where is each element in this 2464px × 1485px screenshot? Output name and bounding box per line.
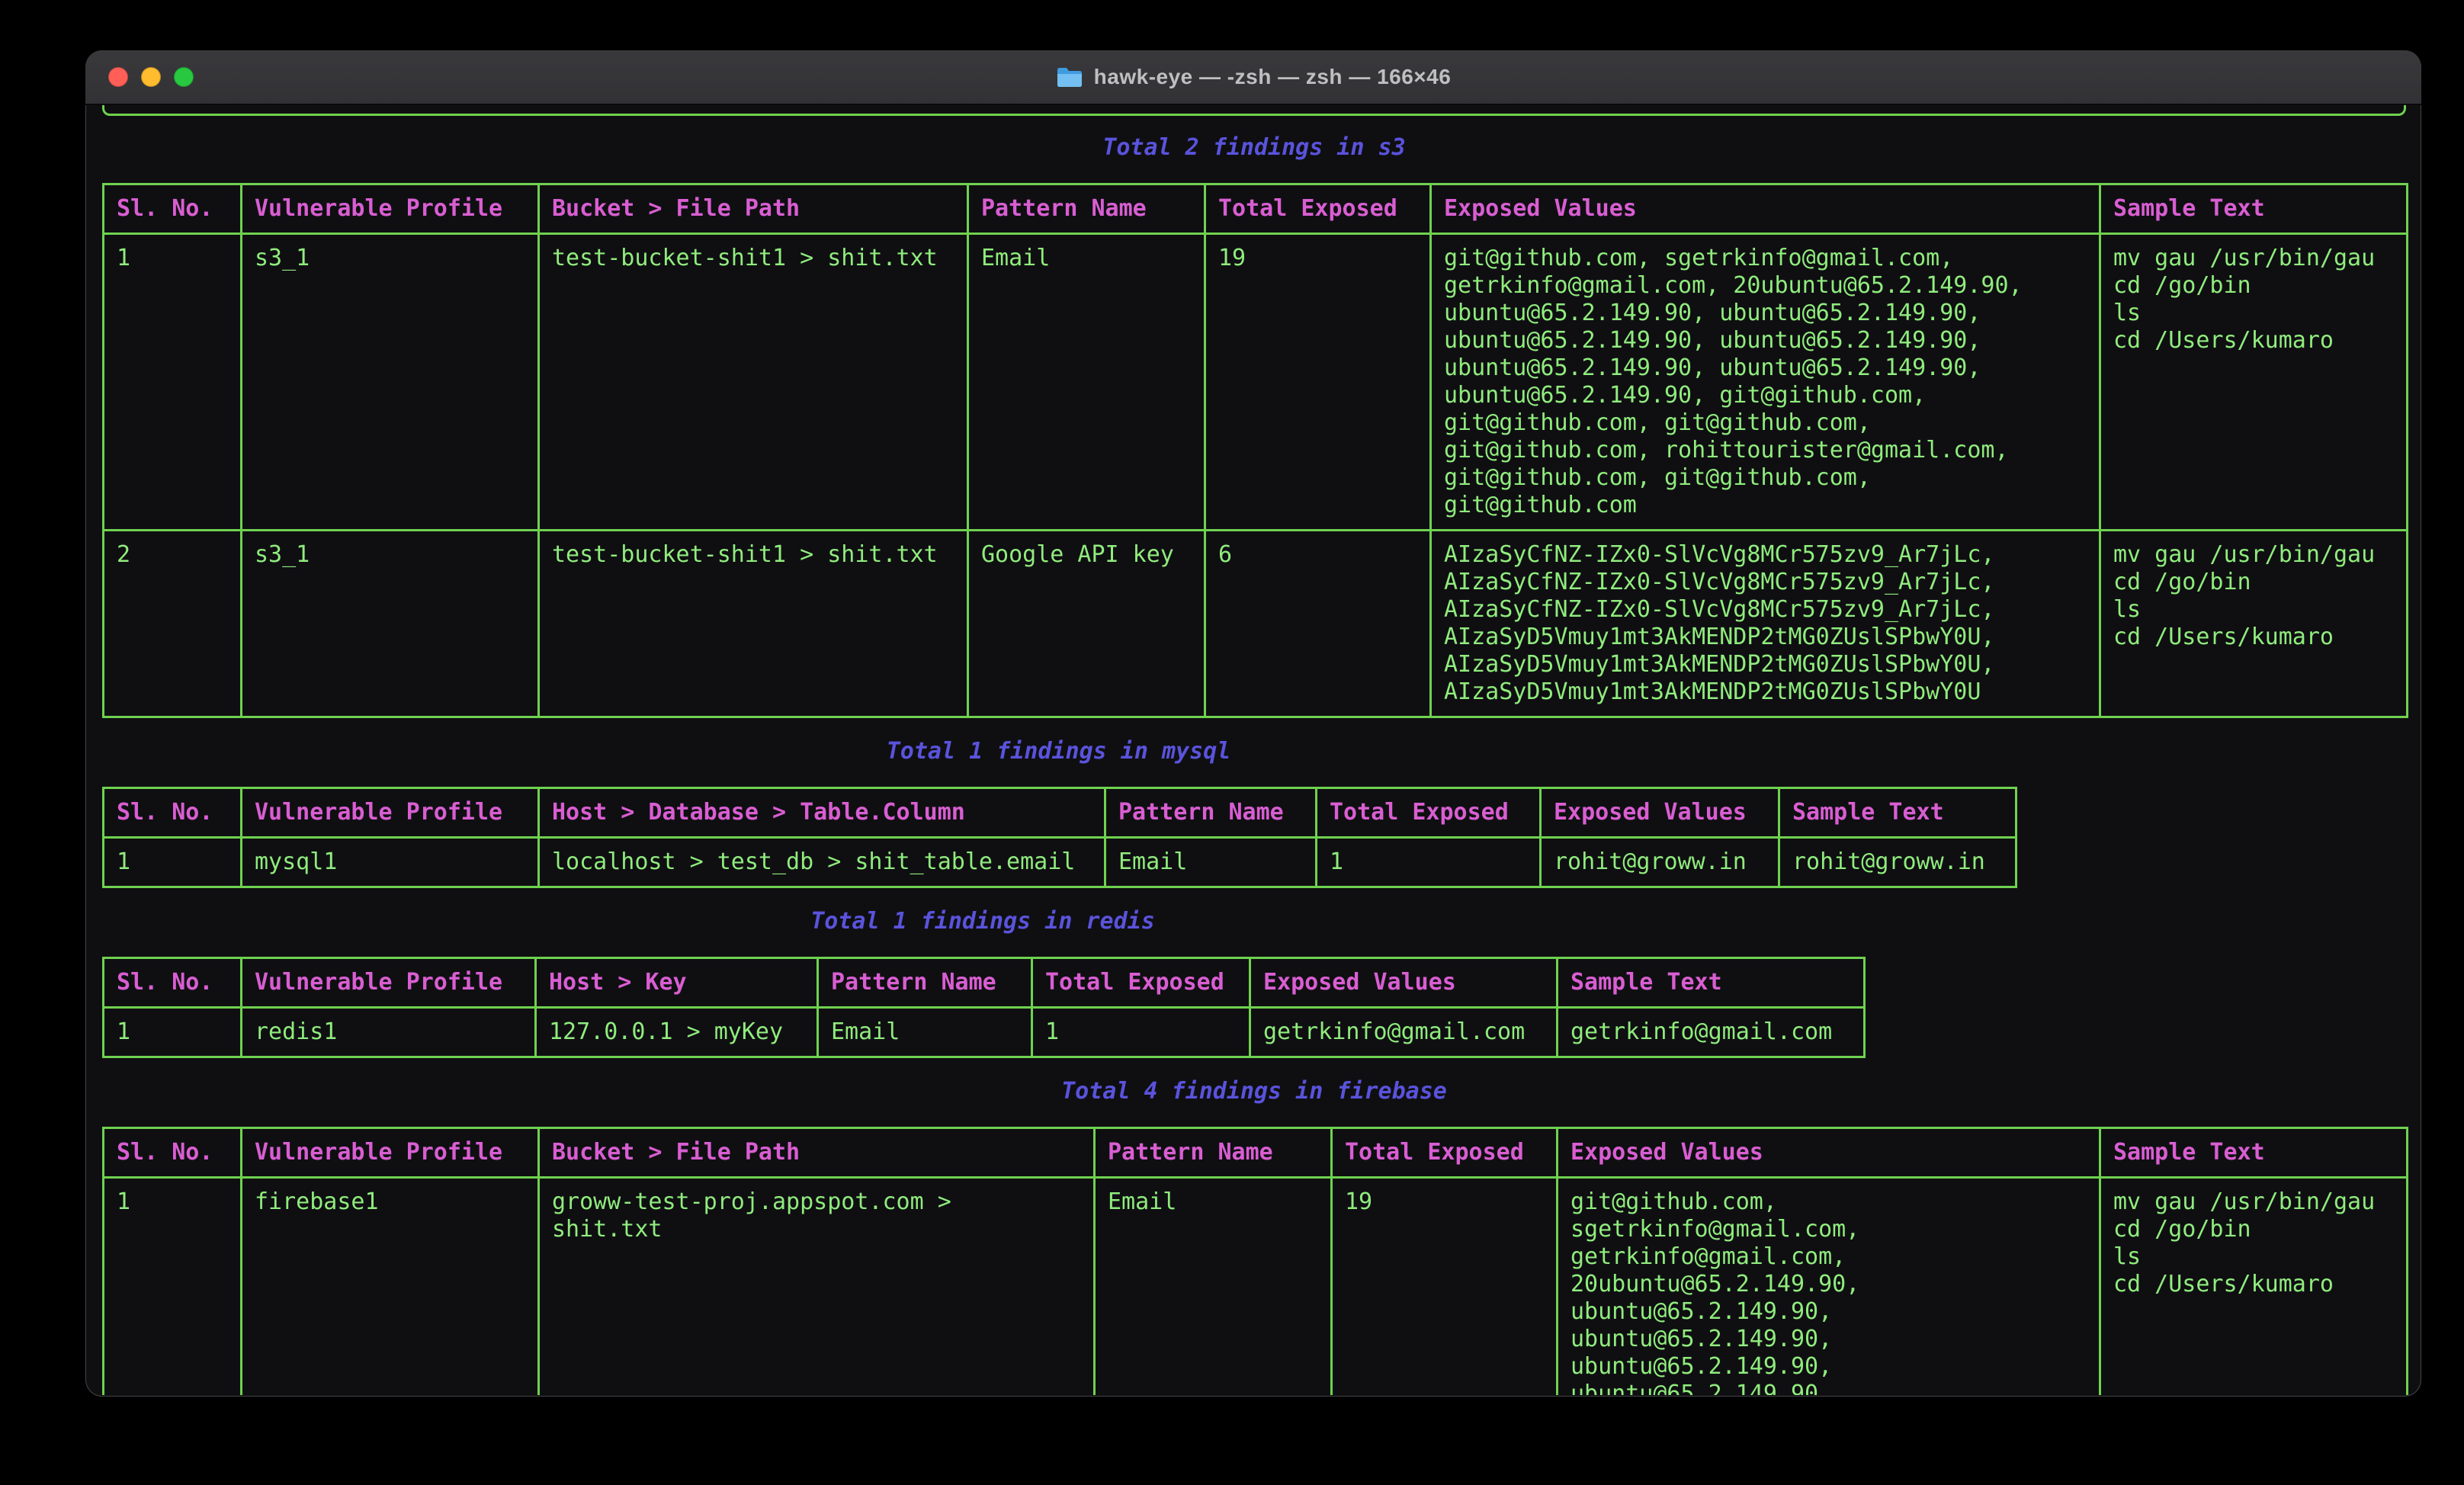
minimize-button[interactable]	[141, 67, 161, 87]
table-cell: Email	[968, 234, 1205, 531]
table-header-row: Sl. No.Vulnerable ProfileHost > KeyPatte…	[104, 958, 1865, 1008]
column-header: Bucket > File Path	[539, 1128, 1095, 1178]
previous-table-bottom-border	[102, 105, 2406, 116]
findings-table-mysql: Sl. No.Vulnerable ProfileHost > Database…	[102, 787, 2017, 888]
column-header: Host > Database > Table.Column	[539, 788, 1105, 838]
table-cell: 1	[1317, 838, 1541, 887]
column-header: Pattern Name	[1095, 1128, 1332, 1178]
table-cell: mv gau /usr/bin/gau cd /go/bin ls cd /Us…	[2100, 531, 2408, 717]
table-cell: redis1	[242, 1008, 536, 1057]
table-cell: 19	[1332, 1178, 1558, 1396]
section-heading-mysql: Total 1 findings in mysql	[102, 738, 2015, 765]
findings-section-firebase: Total 4 findings in firebase Sl. No.Vulne…	[102, 1078, 2421, 1395]
findings-table-redis: Sl. No.Vulnerable ProfileHost > KeyPatte…	[102, 957, 1866, 1058]
table-cell: 127.0.0.1 > myKey	[536, 1008, 818, 1057]
terminal-window: hawk-eye — -zsh — zsh — 166×46 Total 2 f…	[85, 50, 2421, 1397]
close-button[interactable]	[108, 67, 128, 87]
column-header: Sample Text	[1558, 958, 1865, 1008]
column-header: Sample Text	[1779, 788, 2016, 838]
table-cell: 1	[104, 1008, 242, 1057]
window-title-group: hawk-eye — -zsh — zsh — 166×46	[1056, 65, 1452, 89]
table-cell: test-bucket-shit1 > shit.txt	[539, 531, 968, 717]
folder-icon	[1056, 66, 1083, 88]
terminal-content: Total 2 findings in s3Sl. No.Vulnerable …	[85, 105, 2421, 1395]
column-header: Vulnerable Profile	[242, 1128, 539, 1178]
section-heading-redis: Total 1 findings in redis	[102, 908, 1863, 935]
table-cell: getrkinfo@gmail.com	[1250, 1008, 1558, 1057]
table-row: 1mysql1localhost > test_db > shit_table.…	[104, 838, 2016, 887]
table-cell: test-bucket-shit1 > shit.txt	[539, 234, 968, 531]
findings-section-redis: Total 1 findings in redis Sl. No.Vulnerab…	[102, 908, 2421, 1058]
table-cell: Google API key	[968, 531, 1205, 717]
column-header: Sample Text	[2100, 184, 2408, 234]
column-header: Pattern Name	[1105, 788, 1317, 838]
window-title: hawk-eye — -zsh — zsh — 166×46	[1094, 65, 1452, 89]
table-cell: 2	[104, 531, 242, 717]
table-cell: getrkinfo@gmail.com	[1558, 1008, 1865, 1057]
column-header: Sl. No.	[104, 788, 242, 838]
table-cell: s3_1	[242, 234, 539, 531]
table-row: 1redis1127.0.0.1 > myKeyEmail1getrkinfo@…	[104, 1008, 1865, 1057]
table-cell: s3_1	[242, 531, 539, 717]
column-header: Vulnerable Profile	[242, 958, 536, 1008]
table-row: 1firebase1groww-test-proj.appspot.com > …	[104, 1178, 2408, 1396]
table-cell: 19	[1205, 234, 1431, 531]
table-cell: 1	[104, 838, 242, 887]
table-cell: 6	[1205, 531, 1431, 717]
findings-section-mysql: Total 1 findings in mysql Sl. No.Vulnerab…	[102, 738, 2421, 888]
column-header: Exposed Values	[1558, 1128, 2100, 1178]
table-row: 1s3_1test-bucket-shit1 > shit.txtEmail19…	[104, 234, 2408, 531]
table-cell: Email	[1095, 1178, 1332, 1396]
table-cell: firebase1	[242, 1178, 539, 1396]
column-header: Sl. No.	[104, 958, 242, 1008]
findings-table-firebase: Sl. No.Vulnerable ProfileBucket > File P…	[102, 1127, 2408, 1395]
column-header: Total Exposed	[1317, 788, 1541, 838]
findings-table-s3: Sl. No.Vulnerable ProfileBucket > File P…	[102, 183, 2408, 718]
table-cell: git@github.com, sgetrkinfo@gmail.com, ge…	[1431, 234, 2100, 531]
table-cell: Email	[818, 1008, 1032, 1057]
findings-section-s3: Total 2 findings in s3 Sl. No.Vulnerable …	[102, 134, 2421, 718]
table-cell: mv gau /usr/bin/gau cd /go/bin ls cd /Us…	[2100, 1178, 2408, 1396]
column-header: Vulnerable Profile	[242, 184, 539, 234]
table-cell: rohit@groww.in	[1541, 838, 1779, 887]
table-cell: mv gau /usr/bin/gau cd /go/bin ls cd /Us…	[2100, 234, 2408, 531]
table-header-row: Sl. No.Vulnerable ProfileHost > Database…	[104, 788, 2016, 838]
column-header: Total Exposed	[1032, 958, 1250, 1008]
table-cell: git@github.com, sgetrkinfo@gmail.com, ge…	[1558, 1178, 2100, 1396]
table-cell: 1	[104, 234, 242, 531]
table-cell: Email	[1105, 838, 1317, 887]
column-header: Vulnerable Profile	[242, 788, 539, 838]
column-header: Pattern Name	[968, 184, 1205, 234]
column-header: Exposed Values	[1541, 788, 1779, 838]
table-row: 2s3_1test-bucket-shit1 > shit.txtGoogle …	[104, 531, 2408, 717]
zoom-button[interactable]	[174, 67, 194, 87]
column-header: Sl. No.	[104, 1128, 242, 1178]
column-header: Exposed Values	[1250, 958, 1558, 1008]
column-header: Host > Key	[536, 958, 818, 1008]
traffic-lights	[108, 50, 194, 104]
section-heading-firebase: Total 4 findings in firebase	[102, 1078, 2406, 1105]
section-heading-s3: Total 2 findings in s3	[102, 134, 2406, 162]
column-header: Pattern Name	[818, 958, 1032, 1008]
window-titlebar[interactable]: hawk-eye — -zsh — zsh — 166×46	[85, 50, 2421, 105]
column-header: Sl. No.	[104, 184, 242, 234]
table-cell: 1	[1032, 1008, 1250, 1057]
column-header: Sample Text	[2100, 1128, 2408, 1178]
column-header: Total Exposed	[1332, 1128, 1558, 1178]
table-header-row: Sl. No.Vulnerable ProfileBucket > File P…	[104, 1128, 2408, 1178]
findings-sections: Total 2 findings in s3Sl. No.Vulnerable …	[102, 134, 2421, 1395]
table-cell: 1	[104, 1178, 242, 1396]
column-header: Total Exposed	[1205, 184, 1431, 234]
table-cell: mysql1	[242, 838, 539, 887]
table-cell: rohit@groww.in	[1779, 838, 2016, 887]
table-cell: AIzaSyCfNZ-IZx0-SlVcVg8MCr575zv9_Ar7jLc,…	[1431, 531, 2100, 717]
table-header-row: Sl. No.Vulnerable ProfileBucket > File P…	[104, 184, 2408, 234]
table-cell: localhost > test_db > shit_table.email	[539, 838, 1105, 887]
table-cell: groww-test-proj.appspot.com > shit.txt	[539, 1178, 1095, 1396]
column-header: Bucket > File Path	[539, 184, 968, 234]
column-header: Exposed Values	[1431, 184, 2100, 234]
